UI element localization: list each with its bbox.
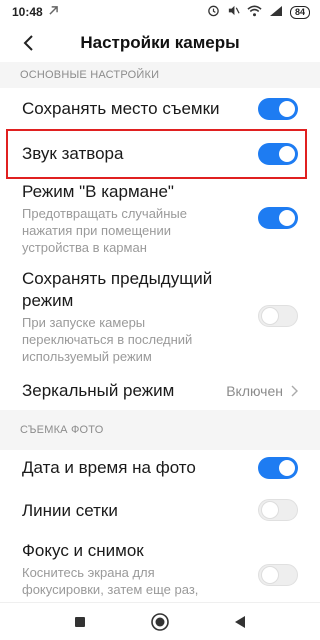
setting-label: Линии сетки bbox=[22, 501, 118, 520]
triangle-back-icon bbox=[234, 615, 245, 628]
notification-icon bbox=[49, 6, 58, 18]
signal-icon bbox=[269, 5, 283, 20]
system-nav-bar bbox=[0, 602, 320, 640]
toggle-knob bbox=[279, 101, 295, 117]
status-bar: 10:48 84 bbox=[0, 0, 320, 24]
setting-label: Сохранять место съемки bbox=[22, 99, 220, 118]
wifi-icon bbox=[247, 5, 262, 20]
system-back-button[interactable] bbox=[225, 607, 255, 637]
setting-label: Режим "В кармане" bbox=[22, 182, 174, 201]
save-previous-mode-toggle[interactable] bbox=[258, 305, 298, 327]
toggle-knob bbox=[262, 308, 278, 324]
home-button[interactable] bbox=[145, 607, 175, 637]
recent-apps-button[interactable] bbox=[65, 607, 95, 637]
mute-icon bbox=[227, 4, 240, 20]
section-header-basic: ОСНОВНЫЕ НАСТРОЙКИ bbox=[0, 62, 320, 88]
setting-label: Фокус и снимок bbox=[22, 541, 144, 560]
home-circle-icon bbox=[151, 612, 169, 631]
mirror-mode-value-text: Включен bbox=[226, 383, 283, 399]
toggle-knob bbox=[262, 502, 278, 518]
alarm-icon bbox=[207, 4, 220, 20]
pocket-mode-toggle[interactable] bbox=[258, 207, 298, 229]
highlight-box bbox=[6, 129, 307, 179]
toggle-knob bbox=[279, 460, 295, 476]
setting-description: Предотвращать случайные нажатия при поме… bbox=[22, 206, 187, 255]
status-icons: 84 bbox=[207, 4, 310, 20]
battery-badge: 84 bbox=[289, 5, 310, 19]
chevron-right-icon bbox=[291, 385, 298, 397]
square-icon bbox=[75, 616, 85, 627]
focus-shoot-toggle[interactable] bbox=[258, 564, 298, 586]
setting-label: Сохранять предыдущий режим bbox=[22, 269, 213, 310]
back-arrow-icon bbox=[23, 35, 33, 51]
toggle-knob bbox=[279, 210, 295, 226]
setting-description: Коснитесь экрана для фокусировки, затем … bbox=[22, 565, 199, 597]
setting-description: При запуске камеры переключаться в после… bbox=[22, 315, 193, 364]
save-location-toggle[interactable] bbox=[258, 98, 298, 120]
back-button[interactable] bbox=[8, 24, 48, 62]
page-title: Настройки камеры bbox=[80, 33, 240, 52]
app-header: Настройки камеры bbox=[0, 24, 320, 62]
setting-label: Дата и время на фото bbox=[22, 458, 196, 477]
date-time-toggle[interactable] bbox=[258, 457, 298, 479]
toggle-knob bbox=[262, 567, 278, 583]
section-header-photo: СЪЕМКА ФОТО bbox=[0, 410, 320, 450]
grid-lines-toggle[interactable] bbox=[258, 499, 298, 521]
status-time: 10:48 bbox=[12, 5, 43, 19]
mirror-mode-value[interactable]: Включен bbox=[226, 383, 298, 399]
